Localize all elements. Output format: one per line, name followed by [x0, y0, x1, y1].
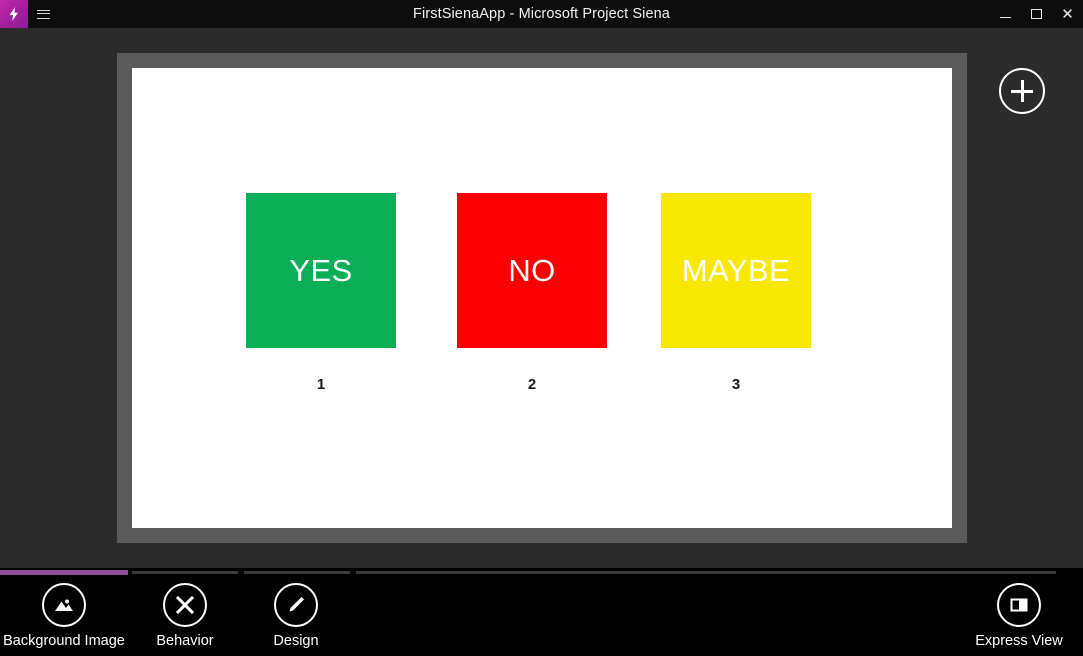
canvas-button-maybe[interactable]: MAYBE — [661, 193, 811, 348]
canvas-button-label: MAYBE — [681, 253, 791, 288]
add-control-button[interactable] — [999, 68, 1045, 114]
tool-label-design: Design — [273, 633, 319, 649]
canvas-button-label: YES — [289, 253, 353, 288]
express-view-icon-circle — [997, 583, 1041, 627]
pencil-icon-circle — [274, 583, 318, 627]
window-controls: ✕ — [990, 0, 1083, 28]
canvas-button-yes[interactable]: YES — [246, 193, 396, 348]
image-icon-circle — [42, 583, 86, 627]
window-title: FirstSienaApp - Microsoft Project Siena — [413, 6, 670, 22]
lightning-bolt-icon — [9, 7, 18, 21]
tool-label-express-view: Express View — [975, 633, 1063, 649]
tab-divider-2 — [132, 571, 238, 574]
app-icon[interactable] — [0, 0, 28, 28]
pencil-icon — [289, 597, 304, 612]
canvas-button-number: 2 — [527, 376, 537, 393]
tool-label-behavior: Behavior — [156, 633, 214, 649]
app-canvas[interactable]: YES 1 NO 2 MAYBE 3 — [132, 68, 952, 528]
canvas-button-no[interactable]: NO — [457, 193, 607, 348]
tab-indicator-strip — [0, 568, 1083, 575]
behavior-icon-circle — [163, 583, 207, 627]
tool-buttons: Background Image Behavior Design Express… — [0, 575, 1083, 656]
minimize-button[interactable] — [990, 0, 1021, 28]
maximize-button[interactable] — [1021, 0, 1052, 28]
bottom-toolbar: Background Image Behavior Design Express… — [0, 568, 1083, 656]
tab-divider-3 — [244, 571, 350, 574]
close-icon: ✕ — [1061, 5, 1074, 23]
tool-behavior[interactable]: Behavior — [121, 583, 249, 650]
hamburger-menu-icon[interactable] — [28, 0, 58, 28]
plus-icon-vertical — [1020, 80, 1024, 102]
tool-express-view[interactable]: Express View — [955, 583, 1083, 650]
maximize-icon — [1031, 9, 1042, 19]
tab-divider-4 — [356, 571, 1056, 574]
image-icon — [55, 599, 73, 611]
title-bar: FirstSienaApp - Microsoft Project Siena … — [0, 0, 1083, 28]
tool-label-background-image: Background Image — [3, 633, 125, 649]
express-view-icon — [1010, 598, 1028, 612]
behavior-icon — [175, 595, 195, 615]
canvas-button-number: 1 — [316, 376, 326, 393]
close-button[interactable]: ✕ — [1052, 0, 1083, 28]
workspace: YES 1 NO 2 MAYBE 3 — [0, 28, 1083, 568]
tool-design[interactable]: Design — [232, 583, 360, 650]
tool-background-image[interactable]: Background Image — [0, 583, 128, 650]
canvas-button-label: NO — [508, 253, 556, 288]
canvas-button-number: 3 — [731, 376, 741, 393]
minimize-icon — [1000, 17, 1011, 18]
canvas-frame: YES 1 NO 2 MAYBE 3 — [117, 53, 967, 543]
